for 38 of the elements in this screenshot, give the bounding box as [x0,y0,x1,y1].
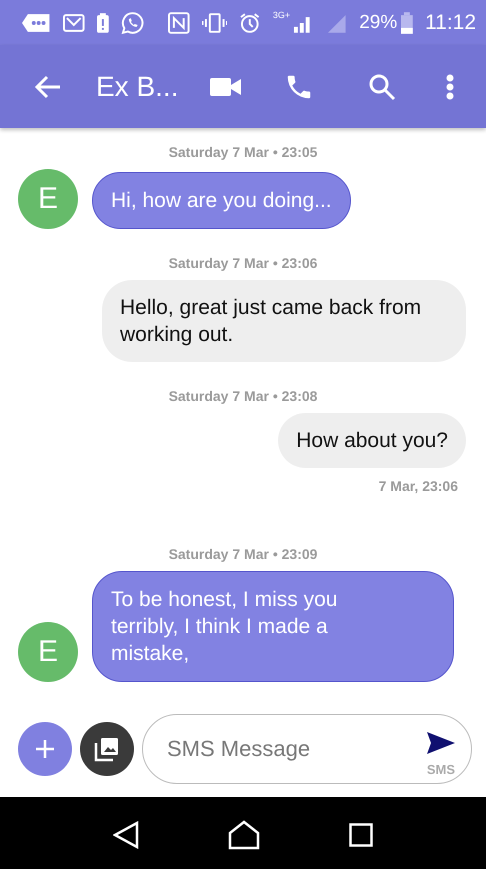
vibrate-icon [202,12,228,32]
battery-icon [401,12,414,34]
sent-time: 7 Mar, 23:06 [378,478,458,494]
add-button[interactable] [18,722,72,776]
more-icon [446,74,454,100]
send-icon [426,732,455,754]
message-input-field[interactable]: SMS Message SMS [142,714,472,784]
square-icon [349,822,374,846]
message-bubble[interactable]: To be honest, I miss you terribly, I think I made a mistake, [92,571,454,682]
gallery-icon [94,736,120,762]
nfc-icon [168,12,190,34]
message-bubble[interactable]: Hi, how are you doing... [92,172,351,229]
send-button[interactable]: SMS [426,732,455,776]
contact-name: Ex B... [96,70,178,102]
date-header: Saturday 7 Mar • 23:06 [168,255,318,271]
mail-icon [63,14,85,32]
date-header: Saturday 7 Mar • 23:08 [168,388,318,404]
battery-percent: 29% [359,12,398,34]
battery-alert-icon [96,12,109,32]
triangle-icon [112,820,139,848]
plus-icon [35,739,55,759]
message-bubble[interactable]: Hello, great just came back from working out. [102,280,466,362]
chat-bubble-icon [120,10,144,34]
video-camera-icon [210,76,242,98]
clock: 11:12 [425,10,476,34]
date-header: Saturday 7 Mar • 23:05 [168,144,318,160]
signal-icon [326,12,348,32]
search-icon [368,72,396,100]
message-icon [22,12,52,34]
avatar[interactable]: E [18,622,78,682]
message-bubble[interactable]: How about you? [278,413,466,468]
date-header: Saturday 7 Mar • 23:09 [168,546,318,562]
home-icon [228,820,260,850]
network-type: 3G+ [272,10,290,20]
gallery-button[interactable] [80,722,134,776]
alarm-icon [239,12,261,34]
back-arrow-icon [34,74,62,98]
avatar[interactable]: E [18,169,78,229]
